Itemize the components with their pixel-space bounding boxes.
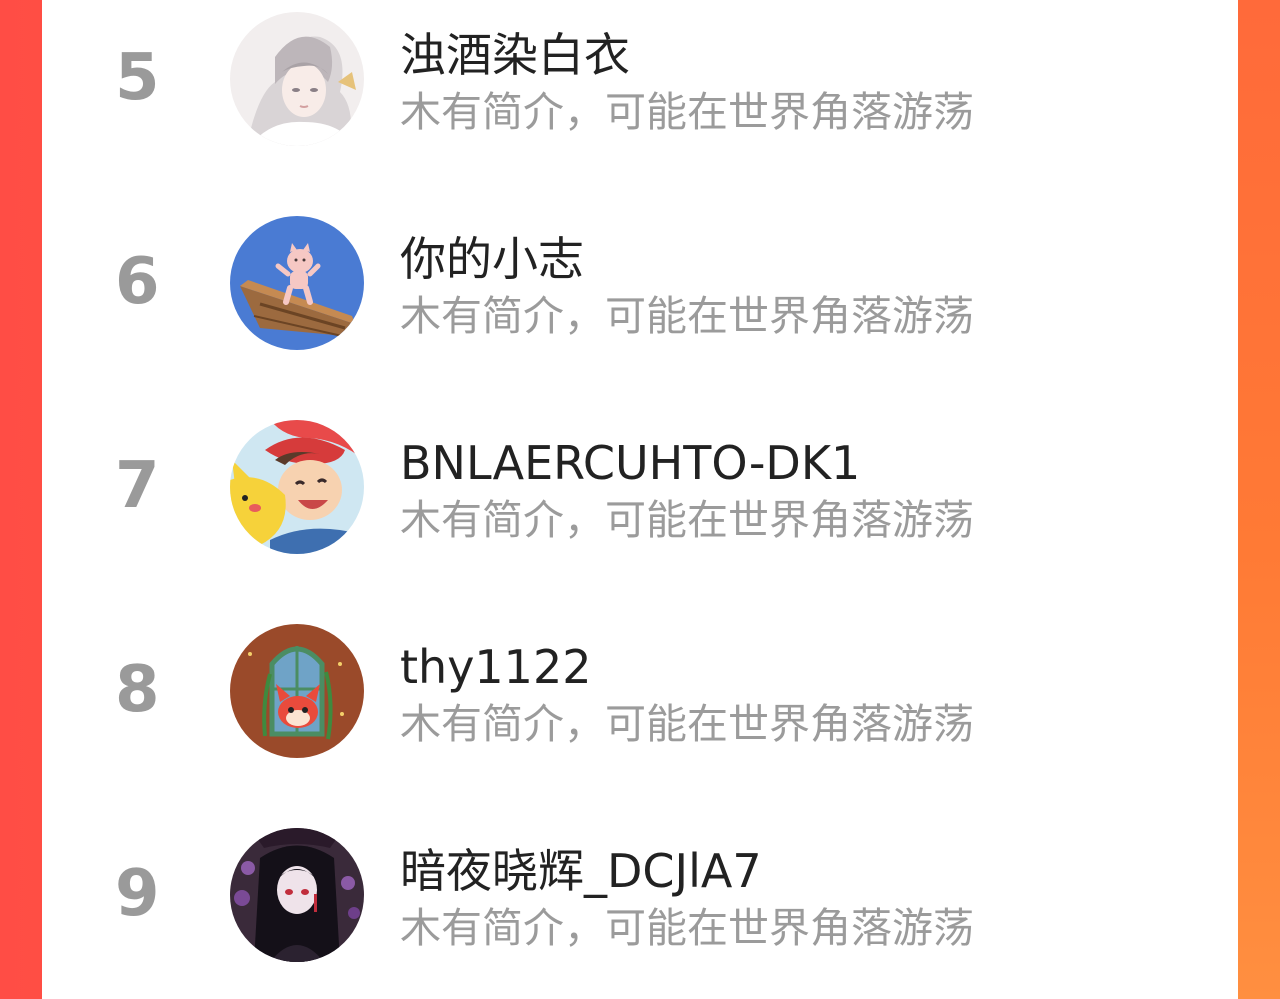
user-avatar[interactable]: [230, 216, 364, 350]
background-gradient-right: [1238, 0, 1280, 999]
ranking-row[interactable]: 8 thy1122 木有简介，可能在世界角落游荡: [42, 620, 1238, 760]
user-name[interactable]: 暗夜晓辉_DCJlA7: [400, 842, 762, 900]
rank-number: 9: [115, 857, 160, 931]
rank-number: 7: [115, 449, 160, 523]
user-avatar[interactable]: [230, 12, 364, 146]
user-name[interactable]: 浊酒染白衣: [400, 26, 630, 84]
user-avatar[interactable]: [230, 420, 364, 554]
user-avatar[interactable]: [230, 828, 364, 962]
cat-on-boat-avatar-icon: [230, 216, 364, 350]
rank-number: 5: [115, 41, 160, 115]
user-name[interactable]: 你的小志: [400, 230, 584, 288]
ranking-row[interactable]: 9 暗夜晓辉_DCJlA7 木有简介，可能在世界角落游荡: [42, 824, 1238, 964]
ranking-row[interactable]: 5 浊酒染白衣 木有简介，可能在世界角落游荡: [42, 8, 1238, 148]
ranking-list-panel: 5 浊酒染白衣 木有简介，可能在世界角落游荡 6 你的小志 木有简介，可能在世界…: [42, 0, 1238, 999]
rank-number: 8: [115, 653, 160, 727]
rank-number: 6: [115, 245, 160, 319]
user-bio: 木有简介，可能在世界角落游荡: [400, 496, 974, 544]
anime-boy-avatar-icon: [230, 12, 364, 146]
user-bio: 木有简介，可能在世界角落游荡: [400, 88, 974, 136]
user-bio: 木有简介，可能在世界角落游荡: [400, 700, 974, 748]
user-name[interactable]: thy1122: [400, 638, 591, 696]
user-bio: 木有简介，可能在世界角落游荡: [400, 904, 974, 952]
user-name[interactable]: BNLAERCUHTO-DK1: [400, 434, 860, 492]
fox-window-avatar-icon: [230, 624, 364, 758]
ranking-row[interactable]: 7 BNLAERCUHTO-DK1 木有简介，可能在世界角落游荡: [42, 416, 1238, 556]
boy-with-pikachu-avatar-icon: [230, 420, 364, 554]
ranking-row[interactable]: 6 你的小志 木有简介，可能在世界角落游荡: [42, 212, 1238, 352]
user-avatar[interactable]: [230, 624, 364, 758]
dark-girl-avatar-icon: [230, 828, 364, 962]
user-bio: 木有简介，可能在世界角落游荡: [400, 292, 974, 340]
